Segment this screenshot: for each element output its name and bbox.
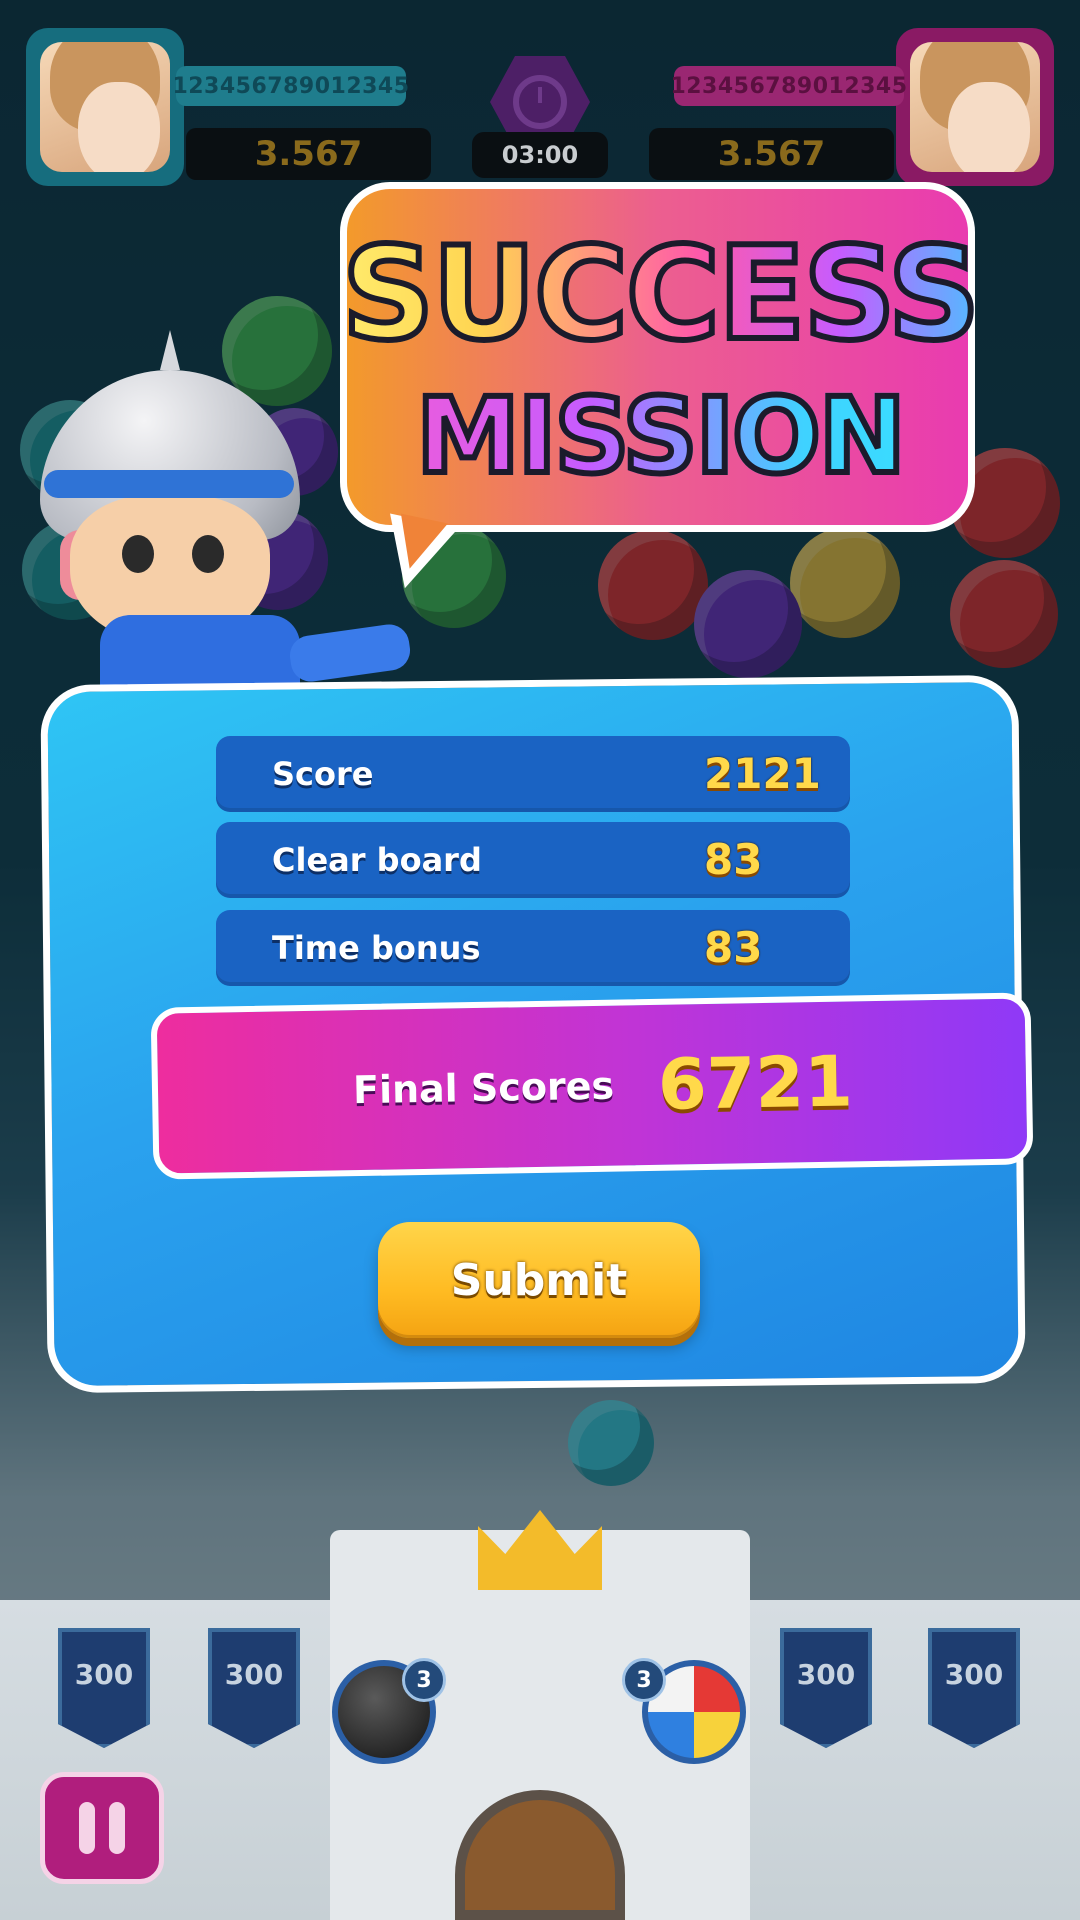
- final-score-value: 6721: [657, 1040, 854, 1126]
- player-right-score: 3.567: [649, 128, 894, 180]
- final-score-label: Final Scores: [352, 1063, 615, 1113]
- timer: 03:00: [472, 132, 608, 178]
- pause-button[interactable]: [40, 1772, 164, 1884]
- avatar: [40, 42, 170, 172]
- result-row-clear-board: Clear board 83: [216, 822, 850, 898]
- pause-icon-bar: [109, 1802, 125, 1854]
- avatar: [910, 42, 1040, 172]
- pause-icon: [79, 1802, 95, 1854]
- row-value: 2121: [704, 749, 821, 798]
- flag-value: 300: [74, 1658, 134, 1691]
- player-right-name: 123456789012345: [670, 66, 907, 106]
- player-left-hud: 123456789012345 3.567: [26, 28, 436, 188]
- row-value: 83: [704, 835, 763, 884]
- final-score-banner: Final Scores 6721: [150, 992, 1034, 1180]
- flag-value: 300: [944, 1658, 1004, 1691]
- row-label: Clear board: [272, 841, 482, 879]
- row-label: Score: [272, 755, 374, 793]
- player-right-hud: 123456789012345 3.567: [644, 28, 1054, 188]
- flag-value: 300: [224, 1658, 284, 1691]
- player-left-name: 123456789012345: [172, 66, 409, 106]
- beach-ball-count: 3: [622, 1658, 666, 1702]
- row-value: 83: [704, 923, 763, 972]
- row-label: Time bonus: [272, 929, 481, 967]
- flag-value: 300: [796, 1658, 856, 1691]
- submit-button[interactable]: Submit: [378, 1222, 700, 1338]
- game-screen: 123456789012345 3.567 03:00 123456789012…: [0, 0, 1080, 1920]
- crown-icon: [478, 1510, 602, 1590]
- title-success: SUCCESS: [300, 217, 1020, 372]
- result-row-time-bonus: Time bonus 83: [216, 910, 850, 986]
- player-left-score: 3.567: [186, 128, 431, 180]
- bomb-count: 3: [402, 1658, 446, 1702]
- title-mission: MISSION: [300, 372, 1020, 500]
- result-row-score: Score 2121: [216, 736, 850, 812]
